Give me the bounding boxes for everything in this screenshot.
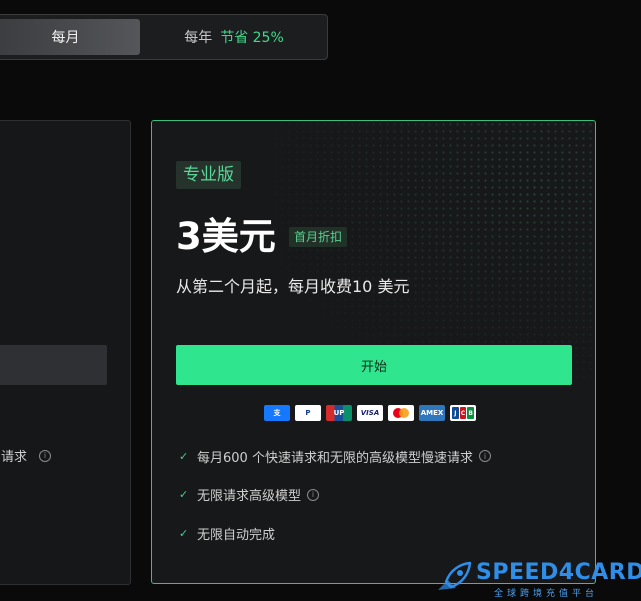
watermark-brand: SPEED4CARD bbox=[476, 560, 641, 585]
unionpay-icon: UP bbox=[326, 405, 352, 421]
info-icon[interactable]: i bbox=[307, 488, 320, 501]
monthly-option[interactable]: 每月 bbox=[0, 19, 140, 55]
feature-text: 无限请求高级模型 bbox=[197, 489, 302, 504]
feature-item: ✓ 无限请求高级模型 i bbox=[179, 485, 491, 505]
monthly-option-label: 每月 bbox=[51, 30, 80, 46]
feature-list: ✓ 每月600 个快速请求和无限的高级模型慢速请求 i ✓ 无限请求高级模型 i… bbox=[179, 446, 491, 562]
alipay-icon: 支 bbox=[264, 405, 290, 421]
start-button[interactable]: 开始 bbox=[176, 345, 572, 385]
jcb-icon: JCB bbox=[450, 405, 476, 421]
yearly-option[interactable]: 每年 节省 25% bbox=[141, 19, 327, 55]
left-plan-button[interactable] bbox=[0, 345, 107, 385]
yearly-save-label: 节省 25% bbox=[220, 30, 284, 46]
plan-price: 3美元 bbox=[176, 215, 276, 258]
yearly-option-label: 每年 bbox=[184, 30, 213, 46]
plan-subtitle: 从第二个月起，每月收费10 美元 bbox=[176, 277, 410, 296]
plan-card-left: 请求 i bbox=[0, 120, 131, 585]
mastercard-icon bbox=[388, 405, 414, 421]
info-icon[interactable]: i bbox=[478, 450, 491, 462]
watermark-tagline: 全球跨境充值平台 bbox=[494, 589, 599, 599]
billing-period-toggle: 每月 每年 节省 25% bbox=[0, 14, 328, 60]
left-plan-feature: 请求 i bbox=[1, 446, 52, 465]
plan-card-pro: 专业版 3美元 首月折扣 从第二个月起，每月收费10 美元 开始 支 P UP … bbox=[151, 120, 596, 584]
feature-text: 每月600 个快速请求和无限的高级模型慢速请求 bbox=[197, 450, 473, 466]
left-plan-feature-text: 请求 bbox=[1, 450, 28, 465]
dot-pattern-decoration bbox=[272, 121, 595, 381]
info-icon[interactable]: i bbox=[39, 449, 52, 462]
check-icon: ✓ bbox=[179, 449, 189, 463]
feature-text: 无限自动完成 bbox=[197, 527, 276, 543]
speed4card-watermark: SPEED4CARD 全球跨境充值平台 bbox=[434, 558, 641, 599]
rocket-logo-icon bbox=[438, 561, 472, 590]
plan-name-badge: 专业版 bbox=[176, 161, 241, 189]
discount-badge: 首月折扣 bbox=[289, 227, 348, 247]
amex-icon: AMEX bbox=[419, 405, 445, 421]
feature-item: ✓ 无限自动完成 bbox=[179, 523, 491, 543]
check-icon: ✓ bbox=[179, 526, 189, 540]
check-icon: ✓ bbox=[179, 488, 189, 501]
paypal-icon: P bbox=[295, 405, 321, 421]
visa-icon: VISA bbox=[357, 405, 383, 421]
feature-item: ✓ 每月600 个快速请求和无限的高级模型慢速请求 i bbox=[179, 446, 491, 466]
payment-methods: 支 P UP VISA AMEX JCB bbox=[264, 405, 476, 421]
